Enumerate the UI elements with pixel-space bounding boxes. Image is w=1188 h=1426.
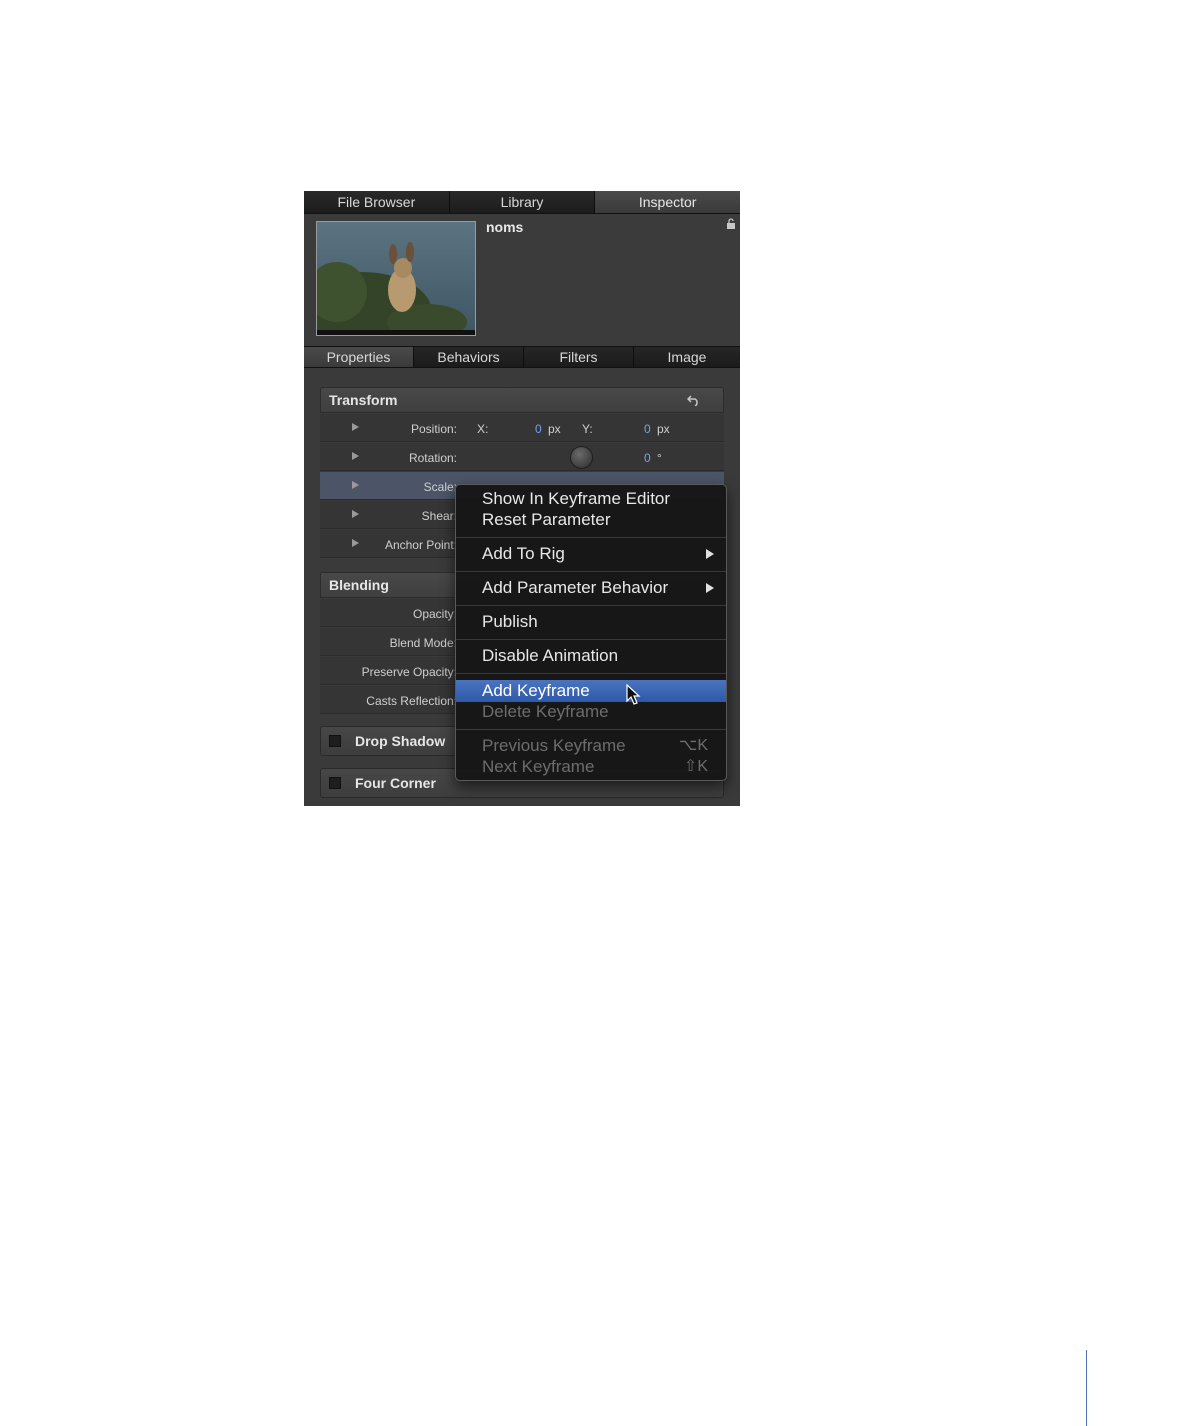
context-menu: Show In Keyframe Editor Reset Parameter … (455, 484, 727, 781)
submenu-arrow-icon (706, 583, 714, 593)
rotation-unit: ° (657, 451, 662, 465)
anchor-point-label: Anchor Point: (384, 538, 457, 552)
position-x-label: X: (477, 422, 489, 436)
object-thumbnail (316, 221, 476, 336)
tab-properties[interactable]: Properties (304, 347, 414, 367)
disclosure-triangle-icon[interactable] (352, 452, 359, 460)
menu-item-add-to-rig[interactable]: Add To Rig (456, 543, 726, 565)
preserve-opacity-label: Preserve Opacity: (361, 665, 457, 679)
shear-label: Shear: (421, 509, 457, 523)
submenu-arrow-icon (706, 549, 714, 559)
menu-item-previous-keyframe[interactable]: Previous Keyframe ⌥K (456, 735, 726, 757)
add-to-rig-label: Add To Rig (482, 544, 565, 563)
disclosure-triangle-icon[interactable] (352, 481, 359, 489)
position-x-unit: px (548, 422, 561, 436)
menu-separator (456, 537, 726, 538)
tab-inspector[interactable]: Inspector (595, 191, 740, 213)
menu-item-show-in-keyframe-editor[interactable]: Show In Keyframe Editor (456, 488, 726, 510)
scale-label: Scale: (423, 480, 457, 494)
position-row: Position: X: 0 px Y: 0 px (320, 414, 724, 442)
menu-item-publish[interactable]: Publish (456, 611, 726, 633)
inspector-sub-tabs: Properties Behaviors Filters Image (304, 346, 740, 368)
menu-item-add-parameter-behavior[interactable]: Add Parameter Behavior (456, 577, 726, 599)
menu-item-delete-keyframe[interactable]: Delete Keyframe (456, 701, 726, 723)
rotation-dial[interactable] (570, 446, 593, 469)
add-parameter-behavior-label: Add Parameter Behavior (482, 578, 669, 597)
position-y-value[interactable]: 0 (644, 422, 651, 436)
transform-group-header[interactable]: Transform (320, 387, 724, 413)
lock-icon[interactable] (726, 218, 736, 230)
rotation-label: Rotation: (408, 451, 457, 465)
disclosure-triangle-icon[interactable] (352, 539, 359, 547)
menu-separator (456, 639, 726, 640)
position-y-unit: px (657, 422, 670, 436)
casts-reflection-label: Casts Reflection: (366, 694, 457, 708)
disclosure-triangle-icon[interactable] (352, 510, 359, 518)
menu-item-reset-parameter[interactable]: Reset Parameter (456, 509, 726, 531)
opacity-label: Opacity: (412, 607, 457, 621)
menu-item-next-keyframe[interactable]: Next Keyframe ⇧K (456, 756, 726, 778)
thumbnail-image (317, 222, 475, 335)
position-y-label: Y: (582, 422, 593, 436)
tab-file-browser[interactable]: File Browser (304, 191, 450, 213)
menu-separator (456, 571, 726, 572)
tab-behaviors[interactable]: Behaviors (414, 347, 524, 367)
blend-mode-label: Blend Mode: (389, 636, 457, 650)
blending-title: Blending (329, 577, 389, 593)
object-name: noms (486, 219, 524, 235)
rotation-row: Rotation: 0 ° (320, 443, 724, 471)
position-x-value[interactable]: 0 (535, 422, 542, 436)
previous-keyframe-label: Previous Keyframe (482, 736, 626, 755)
reset-icon[interactable] (687, 394, 701, 406)
position-label: Position: (410, 422, 457, 436)
menu-separator (456, 729, 726, 730)
tab-library[interactable]: Library (450, 191, 596, 213)
four-corner-enable-checkbox[interactable] (329, 777, 341, 789)
drop-shadow-title: Drop Shadow (355, 733, 446, 749)
page-margin-rule (1086, 1350, 1087, 1426)
menu-separator (456, 605, 726, 606)
tab-filters[interactable]: Filters (524, 347, 634, 367)
menu-item-add-keyframe[interactable]: Add Keyframe (456, 680, 726, 702)
top-tab-bar: File Browser Library Inspector (304, 191, 740, 214)
menu-item-disable-animation[interactable]: Disable Animation (456, 645, 726, 667)
next-keyframe-label: Next Keyframe (482, 757, 595, 776)
four-corner-title: Four Corner (355, 775, 436, 791)
transform-title: Transform (329, 392, 398, 408)
drop-shadow-enable-checkbox[interactable] (329, 735, 341, 747)
next-keyframe-shortcut: ⇧K (683, 758, 708, 775)
menu-separator (456, 673, 726, 674)
mouse-pointer-icon (626, 684, 641, 705)
inspector-header: noms (304, 214, 740, 346)
rotation-value[interactable]: 0 (644, 451, 651, 465)
previous-keyframe-shortcut: ⌥K (678, 737, 708, 754)
disclosure-triangle-icon[interactable] (352, 423, 359, 431)
tab-image[interactable]: Image (634, 347, 740, 367)
